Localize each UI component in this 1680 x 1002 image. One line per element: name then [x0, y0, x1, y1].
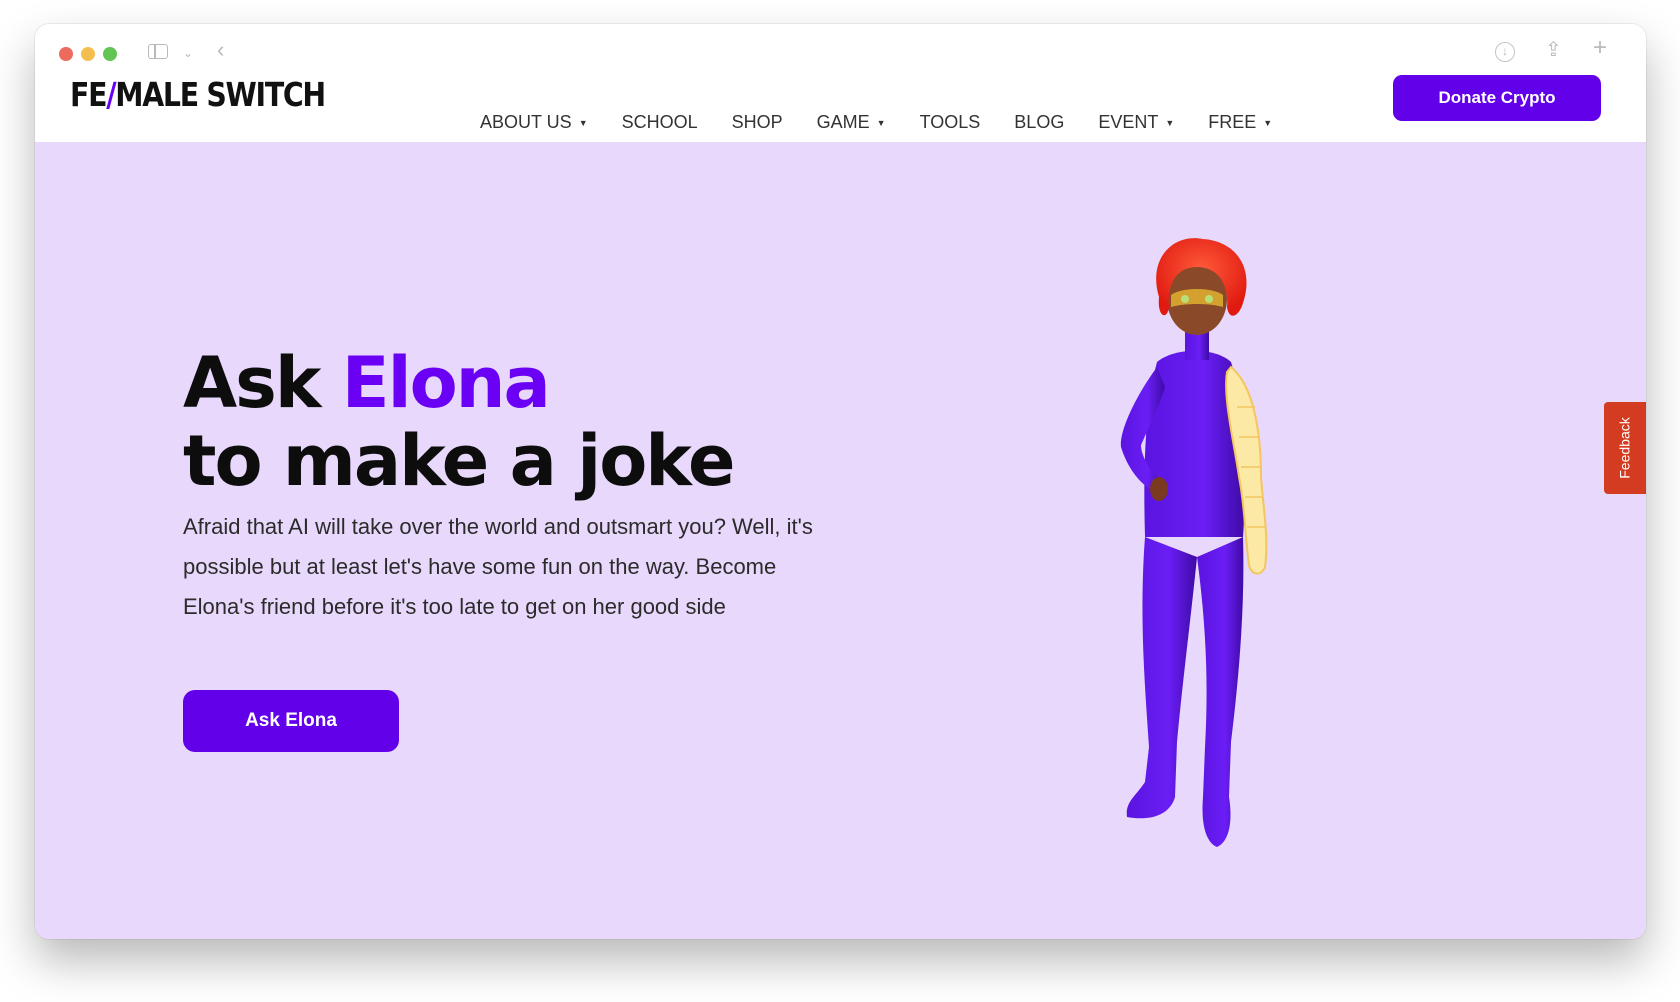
caret-down-icon: ▼ — [1165, 117, 1175, 128]
nav-item-label: EVENT — [1098, 112, 1159, 132]
logo-text-part1: FE — [70, 75, 107, 114]
nav-item-label: TOOLS — [919, 112, 981, 132]
download-icon[interactable]: ↓ — [1495, 42, 1515, 62]
headline-accent: Elona — [341, 342, 551, 424]
nav-item-label: BLOG — [1014, 112, 1065, 132]
nav-item-shop[interactable]: SHOP — [732, 112, 783, 133]
nav-item-label: SHOP — [731, 112, 783, 132]
maximize-window-button[interactable] — [103, 47, 117, 61]
caret-down-icon: ▼ — [876, 117, 886, 128]
headline-line2: to make a joke — [183, 420, 735, 502]
back-arrow-icon[interactable]: ‹ — [217, 39, 224, 61]
hero-description: Afraid that AI will take over the world … — [183, 514, 813, 619]
nav-item-label: GAME — [816, 112, 870, 132]
logo-slash: / — [106, 75, 116, 114]
hero-headline: Ask Elona to make a joke — [183, 342, 735, 502]
plus-icon[interactable]: + — [1593, 36, 1607, 60]
minimize-window-button[interactable] — [81, 47, 95, 61]
nav-item-event[interactable]: EVENT ▼ — [1098, 112, 1174, 133]
site-logo[interactable]: FE/MALE SWITCH — [70, 75, 326, 114]
caret-down-icon: ▼ — [578, 117, 588, 128]
ask-elona-button[interactable]: Ask Elona — [183, 690, 399, 752]
nav-item-game[interactable]: GAME ▼ — [817, 112, 886, 133]
caret-down-icon: ▼ — [1263, 117, 1273, 128]
nav-item-label: SCHOOL — [621, 112, 698, 132]
nav-item-school[interactable]: SCHOOL — [622, 112, 698, 133]
share-icon[interactable]: ⇪ — [1545, 40, 1562, 60]
elona-character-illustration — [1120, 238, 1268, 847]
feedback-tab[interactable]: Feedback — [1604, 402, 1646, 494]
close-window-button[interactable] — [59, 47, 73, 61]
sidebar-icon[interactable] — [148, 44, 168, 59]
nav-item-free[interactable]: FREE ▼ — [1208, 112, 1272, 133]
nav-item-about-us[interactable]: ABOUT US ▼ — [480, 112, 588, 133]
nav-item-label: FREE — [1208, 112, 1257, 132]
nav-item-tools[interactable]: TOOLS — [920, 112, 981, 133]
nav-item-blog[interactable]: BLOG — [1014, 112, 1064, 133]
donate-crypto-button[interactable]: Donate Crypto — [1393, 75, 1601, 121]
main-nav: ABOUT US ▼ SCHOOL SHOP GAME ▼ TOOLS BLOG… — [480, 112, 1306, 133]
logo-text-part2: MALE SWITCH — [115, 75, 326, 114]
browser-window: ⌄ ‹ ↓ ⇪ + FE/MALE SWITCH ABOUT US ▼ SCHO… — [35, 24, 1646, 939]
hero-section: Ask Elona to make a joke Afraid that AI … — [35, 142, 1646, 939]
feedback-label: Feedback — [1617, 417, 1634, 479]
nav-item-label: ABOUT US — [480, 112, 572, 132]
chevron-down-icon[interactable]: ⌄ — [183, 43, 193, 63]
headline-part1: Ask — [183, 342, 342, 424]
